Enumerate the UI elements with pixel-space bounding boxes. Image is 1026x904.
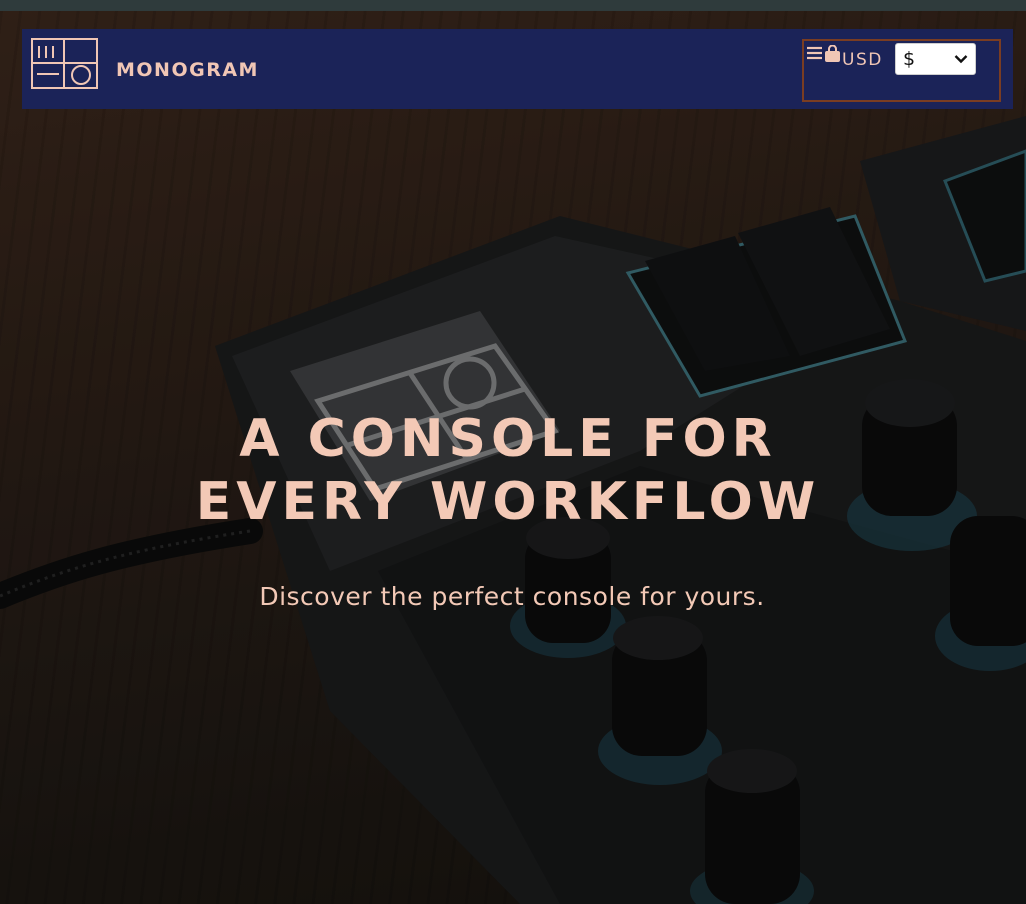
chevron-down-icon bbox=[954, 55, 968, 64]
hero-tagline: Discover the perfect console for yours. bbox=[259, 582, 765, 611]
nav-controls: USD $ bbox=[802, 39, 1001, 102]
top-navbar: MONOGRAM USD $ bbox=[22, 29, 1013, 109]
shopping-bag-icon[interactable] bbox=[824, 45, 841, 63]
currency-selected-value: $ bbox=[903, 48, 916, 70]
hero-headline: A CONSOLE FOR EVERY WORKFLOW bbox=[150, 408, 866, 534]
currency-label: USD bbox=[842, 50, 883, 70]
browser-top-strip bbox=[0, 0, 1026, 11]
menu-icon[interactable] bbox=[806, 46, 823, 60]
monogram-logo-icon[interactable] bbox=[31, 38, 98, 89]
headline-line-1: A CONSOLE FOR bbox=[239, 409, 777, 469]
currency-select[interactable]: $ bbox=[895, 43, 976, 75]
brand-name[interactable]: MONOGRAM bbox=[116, 59, 259, 81]
headline-line-2: EVERY WORKFLOW bbox=[195, 472, 821, 532]
